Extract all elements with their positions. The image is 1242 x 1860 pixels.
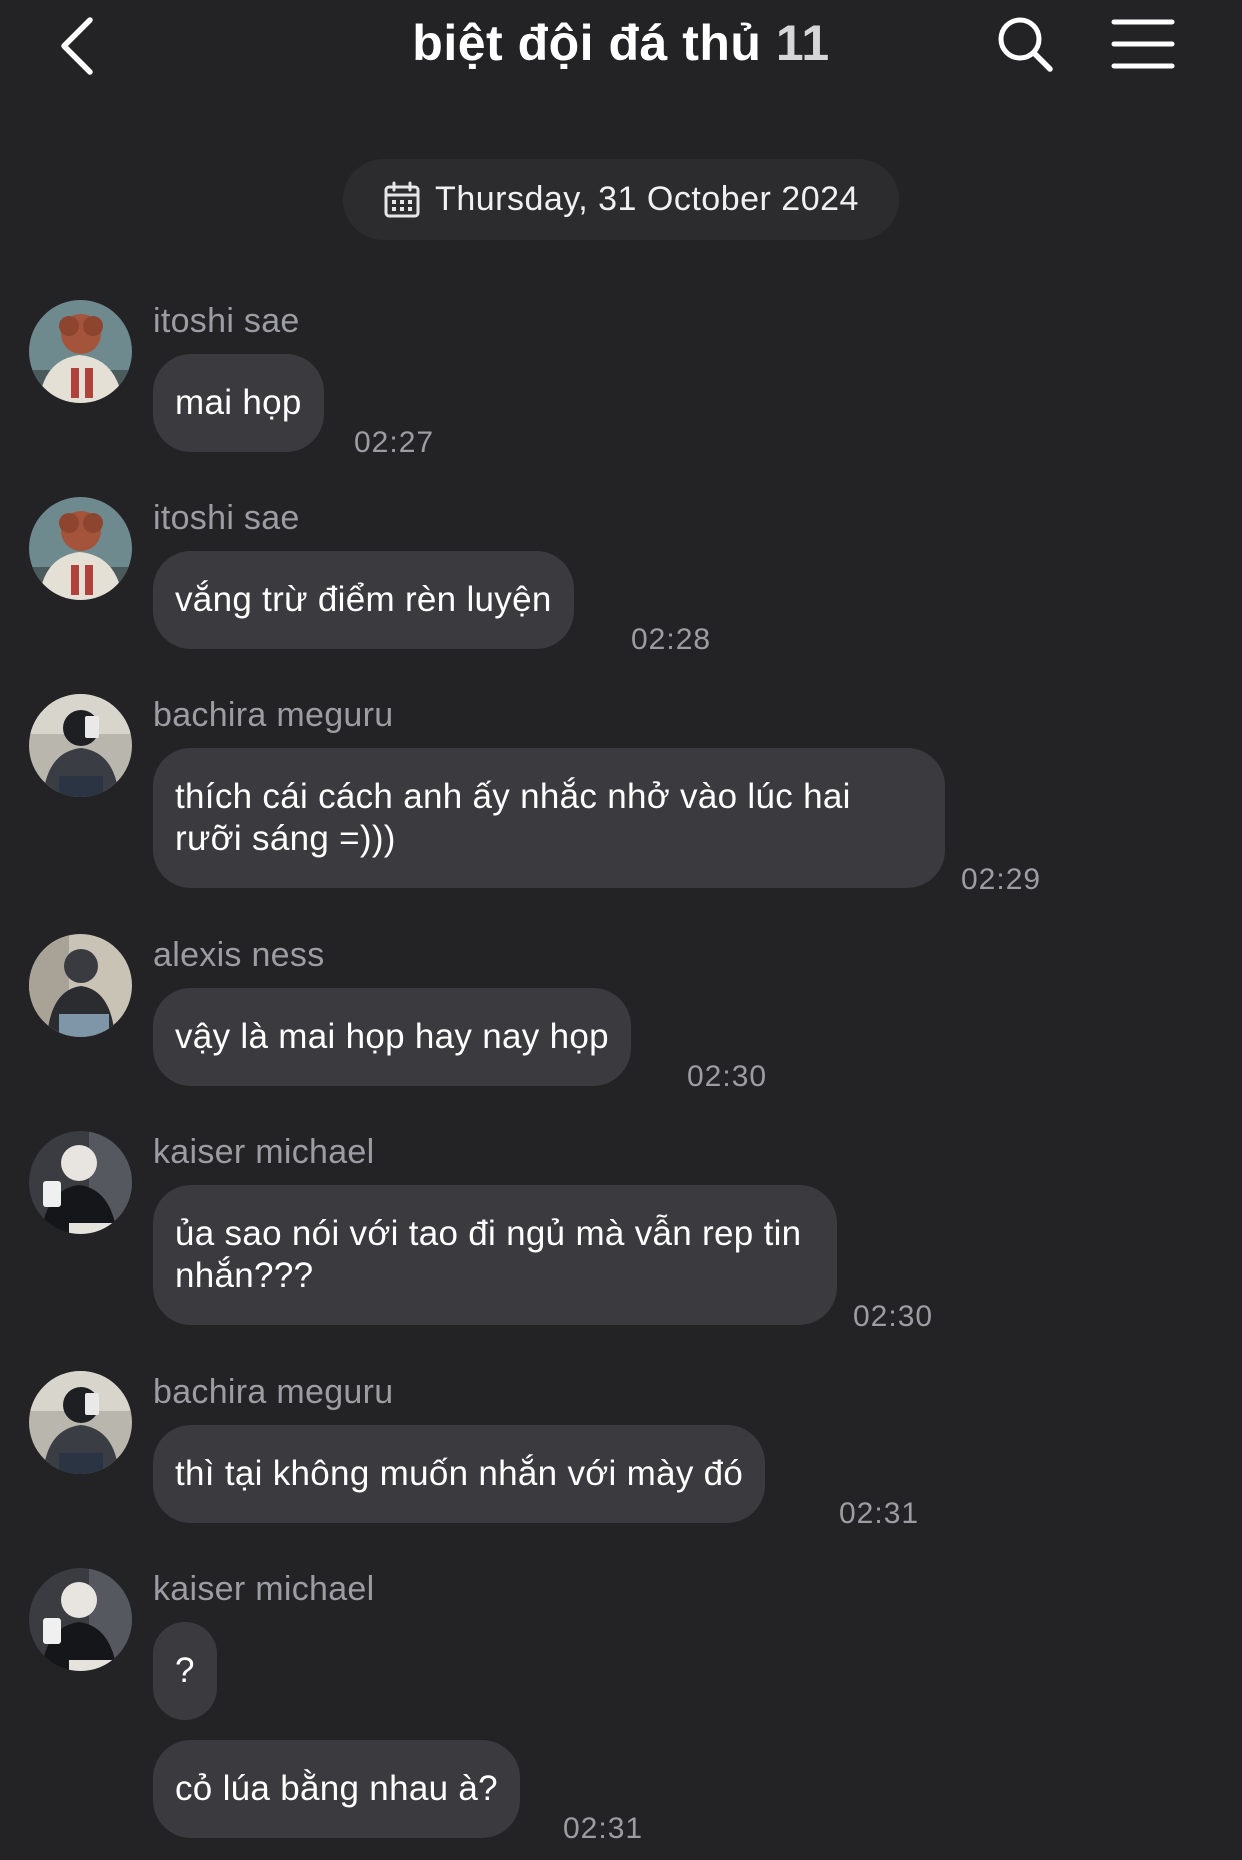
date-label: Thursday, 31 October 2024 — [435, 180, 859, 218]
search-icon — [998, 17, 1053, 72]
sender-name: alexis ness — [153, 936, 325, 974]
message-bubble[interactable]: mai họp — [153, 354, 324, 452]
menu-button[interactable] — [1110, 16, 1176, 72]
message-time: 02:27 — [354, 426, 435, 459]
message-time: 02:29 — [961, 863, 1042, 896]
avatar-image — [29, 1371, 132, 1474]
avatar[interactable] — [29, 694, 132, 797]
avatar[interactable] — [29, 1131, 132, 1234]
chat-header: biệt đội đá thủ 11 — [0, 0, 1242, 96]
message-time: 02:30 — [853, 1300, 934, 1333]
message-time: 02:31 — [563, 1812, 644, 1845]
calendar-icon — [384, 181, 420, 217]
message-bubble[interactable]: vậy là mai họp hay nay họp — [153, 988, 631, 1086]
message-bubble[interactable]: thích cái cách anh ấy nhắc nhở vào lúc h… — [153, 748, 945, 888]
avatar[interactable] — [29, 497, 132, 600]
avatar[interactable] — [29, 300, 132, 403]
message-bubble[interactable]: thì tại không muốn nhắn với mày đó — [153, 1425, 766, 1523]
avatar-image — [29, 1131, 132, 1234]
date-divider: Thursday, 31 October 2024 — [343, 159, 899, 240]
group-name: biệt đội đá thủ — [412, 15, 762, 71]
chevron-left-icon — [61, 17, 93, 75]
avatar[interactable] — [29, 1371, 132, 1474]
message-time: 02:31 — [839, 1497, 920, 1530]
avatar-image — [29, 934, 132, 1037]
avatar-image — [29, 1568, 132, 1671]
avatar-image — [29, 694, 132, 797]
sender-name: bachira meguru — [153, 696, 394, 734]
sender-name: itoshi sae — [153, 302, 300, 340]
avatar-image — [29, 497, 132, 600]
hamburger-menu-icon — [1111, 19, 1175, 69]
message-bubble[interactable]: cỏ lúa bằng nhau à? — [153, 1740, 520, 1838]
member-count: 11 — [775, 15, 830, 71]
search-button[interactable] — [994, 14, 1058, 78]
message-bubble[interactable]: ủa sao nói với tao đi ngủ mà vẫn rep tin… — [153, 1185, 837, 1325]
sender-name: kaiser michael — [153, 1133, 375, 1171]
message-bubble[interactable]: ? — [153, 1622, 217, 1720]
message-time: 02:28 — [631, 623, 712, 656]
back-button[interactable] — [52, 14, 108, 78]
message-time: 02:30 — [687, 1060, 768, 1093]
avatar-image — [29, 300, 132, 403]
avatar[interactable] — [29, 934, 132, 1037]
avatar[interactable] — [29, 1568, 132, 1671]
sender-name: bachira meguru — [153, 1373, 394, 1411]
sender-name: kaiser michael — [153, 1570, 375, 1608]
message-bubble[interactable]: vắng trừ điểm rèn luyện — [153, 551, 574, 649]
sender-name: itoshi sae — [153, 499, 300, 537]
